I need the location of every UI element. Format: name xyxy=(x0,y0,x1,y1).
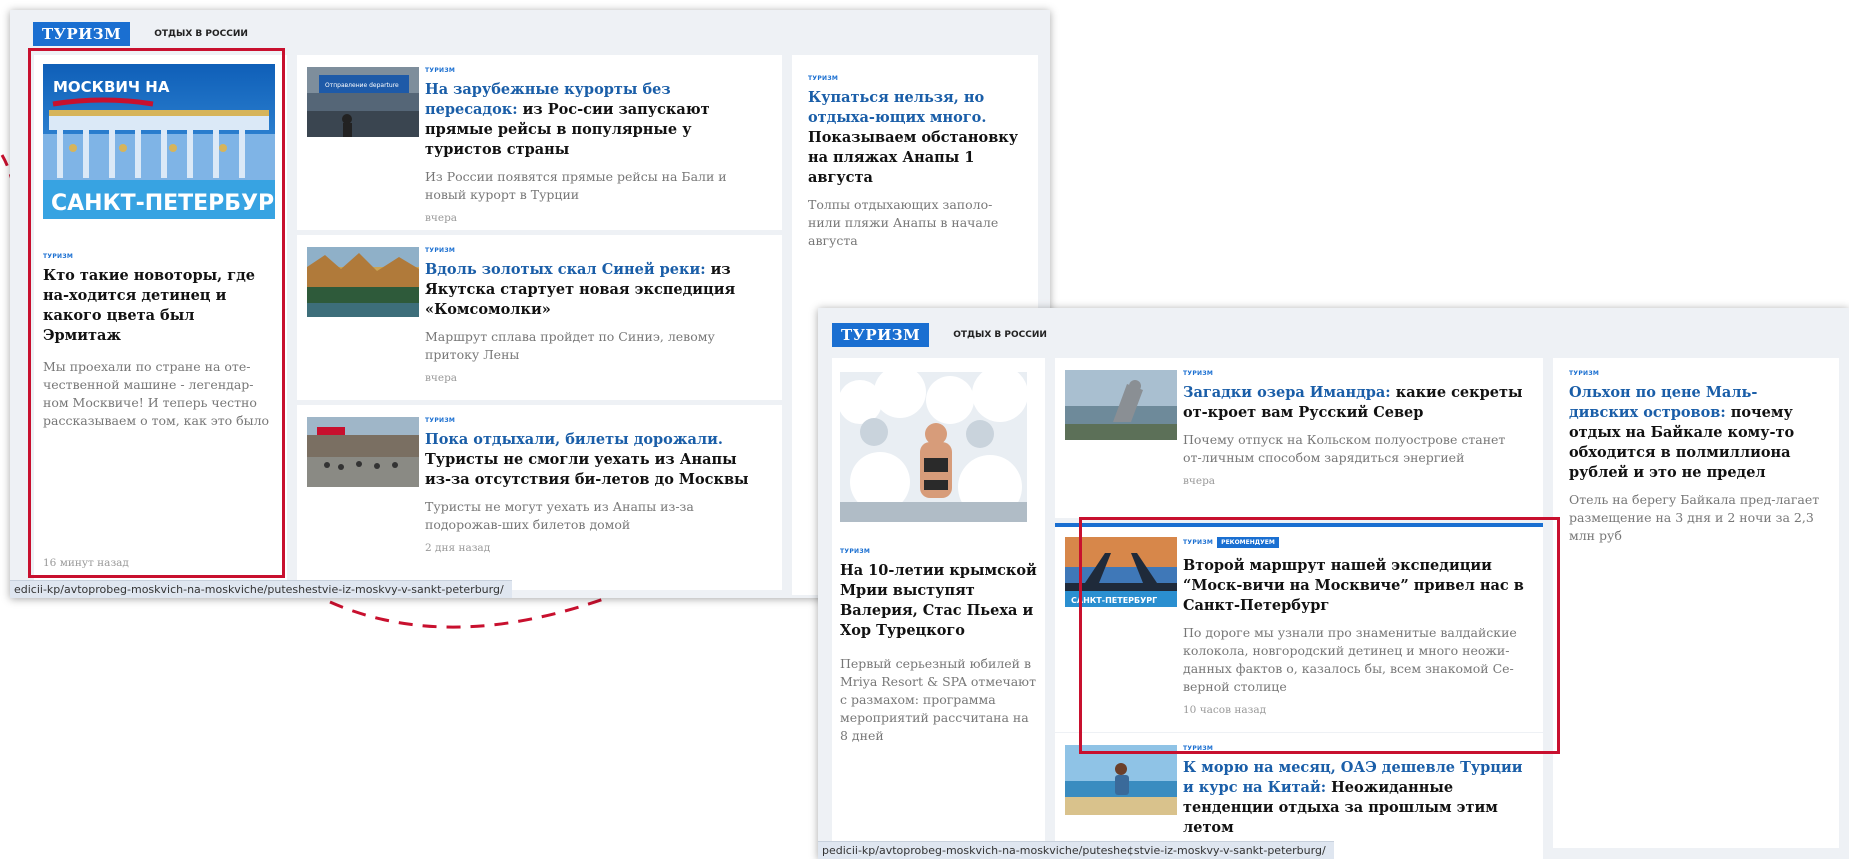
side-lead: Толпы отдыхающих заполо-нили пляжи Анапы… xyxy=(808,197,999,248)
row-kicker[interactable]: ТУРИЗМ xyxy=(425,67,766,74)
status-url: edicii-kp/avtoprobeg-moskvich-na-moskvic… xyxy=(10,580,512,598)
row-title-highlight: Пока отдыхали, билеты дорожали. xyxy=(425,431,723,448)
featured-title[interactable]: На 10-летии крымской Мрии выступят Валер… xyxy=(840,561,1037,641)
row-title[interactable]: На зарубежные курорты без пересадок: из … xyxy=(425,80,766,160)
news-row[interactable]: Отправление departure ТУРИЗМ На зарубежн… xyxy=(297,55,782,230)
row-image-beach[interactable] xyxy=(1065,745,1177,815)
row-time: вчера xyxy=(1183,475,1216,487)
side-title-highlight: Купаться нельзя, но отдыха-ющих много. xyxy=(808,89,987,126)
sign-text: Отправление departure xyxy=(325,82,399,89)
featured-card[interactable]: ТУРИЗМ На 10-летии крымской Мрии выступя… xyxy=(832,358,1045,848)
row-kicker[interactable]: ТУРИЗМ xyxy=(425,247,766,254)
row-kicker[interactable]: ТУРИЗМ xyxy=(425,417,766,424)
sub-tag[interactable]: ОТДЫХ В РОССИИ xyxy=(154,29,248,39)
side-lead: Отель на берегу Байкала пред-лагает разм… xyxy=(1569,492,1820,543)
row-title-rest: Туристы не смогли уехать из Анапы из-за … xyxy=(425,451,749,488)
section-header: ТУРИЗМ ОТДЫХ В РОССИИ xyxy=(33,22,248,46)
news-row[interactable]: ТУРИЗМ Загадки озера Имандра: какие секр… xyxy=(1055,358,1543,518)
row-lead: Почему отпуск на Кольском полуострове ст… xyxy=(1183,432,1506,465)
featured-image[interactable] xyxy=(840,372,1027,522)
row-title[interactable]: Пока отдыхали, билеты дорожали. Туристы … xyxy=(425,430,766,490)
side-card[interactable]: ТУРИЗМ Ольхон по цене Маль-дивских остро… xyxy=(1553,358,1839,848)
news-row[interactable]: ТУРИЗМ Пока отдыхали, билеты дорожали. Т… xyxy=(297,405,782,590)
section-tag[interactable]: ТУРИЗМ xyxy=(832,323,930,347)
section-header: ТУРИЗМ ОТДЫХ В РОССИИ xyxy=(832,323,1047,347)
status-url: pedicii-kp/avtoprobeg-moskvich-na-moskvi… xyxy=(818,841,1334,859)
featured-lead: Первый серьезный юбилей в Mriya Resort &… xyxy=(840,656,1036,743)
highlight-box-recommended xyxy=(1079,517,1560,754)
row-image-lake[interactable] xyxy=(1065,370,1177,440)
row-lead: Из России появятся прямые рейсы на Бали … xyxy=(425,169,727,202)
row-title[interactable]: К морю на месяц, ОАЭ дешевле Турции и ку… xyxy=(1183,758,1527,838)
highlight-box-featured xyxy=(28,48,285,578)
side-title[interactable]: Ольхон по цене Маль-дивских островов: по… xyxy=(1569,383,1825,483)
row-image-station[interactable] xyxy=(307,417,419,487)
side-title[interactable]: Купаться нельзя, но отдыха-ющих много. П… xyxy=(808,88,1024,188)
row-title-highlight: Вдоль золотых скал Синей реки: xyxy=(425,261,706,278)
row-title[interactable]: Загадки озера Имандра: какие секреты от-… xyxy=(1183,383,1527,423)
row-title[interactable]: Вдоль золотых скал Синей реки: из Якутск… xyxy=(425,260,766,320)
side-kicker[interactable]: ТУРИЗМ xyxy=(1569,370,1825,377)
row-lead: Маршрут сплава пройдет по Синиэ, левому … xyxy=(425,329,715,362)
row-kicker[interactable]: ТУРИЗМ xyxy=(1183,370,1527,377)
row-time: 2 дня назад xyxy=(425,542,491,554)
sub-tag[interactable]: ОТДЫХ В РОССИИ xyxy=(953,330,1047,340)
row-time: вчера xyxy=(425,372,458,384)
side-kicker[interactable]: ТУРИЗМ xyxy=(808,75,1024,82)
row-image-cliffs[interactable] xyxy=(307,247,419,317)
featured-kicker[interactable]: ТУРИЗМ xyxy=(840,548,1037,555)
row-time: вчера xyxy=(425,212,458,224)
side-title-rest: Показываем обстановку на пляжах Анапы 1 … xyxy=(808,129,1019,186)
row-image-airport[interactable]: Отправление departure xyxy=(307,67,419,137)
news-row[interactable]: ТУРИЗМ Вдоль золотых скал Синей реки: из… xyxy=(297,235,782,400)
row-title-highlight: Загадки озера Имандра: xyxy=(1183,384,1391,401)
section-tag[interactable]: ТУРИЗМ xyxy=(33,22,131,46)
row-lead: Туристы не могут уехать из Анапы из-за п… xyxy=(425,499,694,532)
